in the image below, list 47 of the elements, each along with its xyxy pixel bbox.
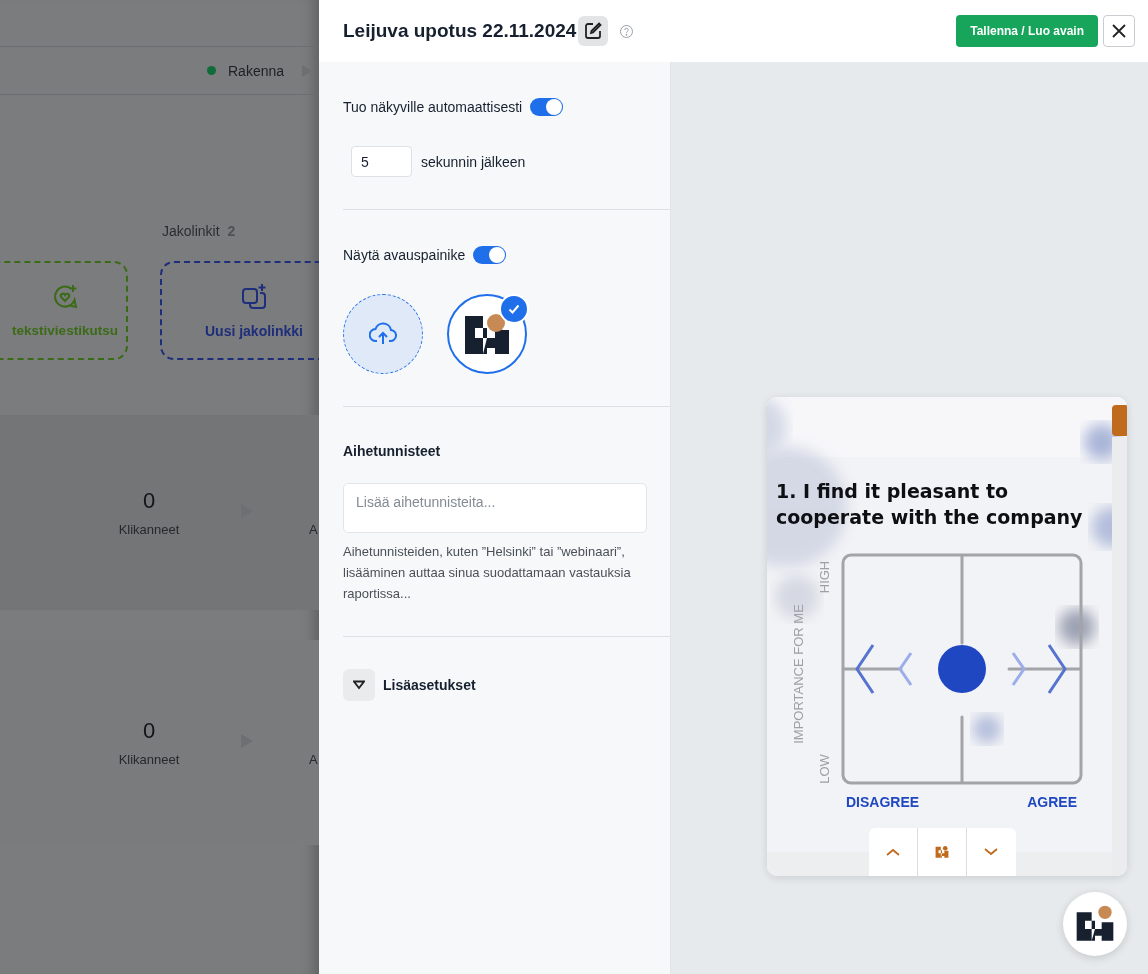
copy-plus-icon — [240, 282, 268, 311]
chat-heart-icon — [51, 283, 79, 311]
help-icon[interactable] — [620, 24, 634, 38]
logo-icon — [934, 845, 949, 859]
stat-label: Klikanneet — [118, 752, 180, 767]
stat-label: A — [309, 752, 318, 767]
stat-label: A — [309, 522, 318, 537]
axis-label: LOW — [817, 754, 832, 784]
setting-label: Näytä avauspainike — [343, 247, 466, 263]
question-text: 1. I find it pleasant to cooperate with the company — [776, 479, 1084, 530]
stat-value: 0 — [142, 488, 156, 514]
edit-button[interactable] — [578, 16, 609, 46]
section-title: Aihetunnisteet — [343, 443, 442, 459]
axis-label: IMPORTANCE FOR ME — [791, 604, 806, 744]
chevron-right-icon[interactable] — [1011, 644, 1067, 694]
axis-label: HIGH — [817, 560, 832, 594]
expand-button[interactable] — [343, 669, 375, 701]
chevron-left-icon[interactable] — [855, 644, 913, 694]
slider-handle[interactable] — [938, 645, 986, 693]
launcher-button[interactable] — [1063, 892, 1127, 956]
save-button[interactable]: Tallenna / Luo avain — [956, 15, 1098, 47]
close-button[interactable] — [1103, 15, 1135, 47]
edit-icon — [584, 22, 603, 40]
logo-button[interactable] — [917, 828, 967, 876]
chevron-down-icon — [983, 847, 999, 857]
axis-label: DISAGREE — [846, 794, 920, 810]
stat-label: Klikanneet — [118, 522, 180, 537]
tags-field[interactable]: Lisää aihetunnisteita... — [343, 483, 647, 533]
check-badge — [499, 294, 529, 324]
number-field[interactable]: 5 — [351, 146, 412, 177]
status-dot — [207, 66, 216, 75]
cloud-upload-icon — [369, 322, 397, 346]
toggle-switch[interactable] — [530, 98, 564, 116]
help-text: Aihetunnisteiden, kuten ”Helsinki” tai ”webinaari”, lisääminen auttaa sinua suodattamaan vastauksia raportissa... — [343, 543, 632, 603]
axis-label: AGREE — [1027, 794, 1077, 810]
stat-value: 0 — [142, 718, 156, 744]
drawer-title: Leijuva upotus 22.11.2024 — [343, 20, 577, 42]
step-label[interactable]: Rakenna — [228, 62, 285, 79]
logo-icon — [1075, 904, 1115, 944]
chevron-up-icon — [884, 847, 901, 857]
caret-icon — [353, 680, 365, 690]
setting-label: Tuo näkyville automaattisesti — [343, 99, 523, 115]
close-icon — [1111, 23, 1127, 39]
toggle-switch[interactable] — [473, 246, 507, 264]
unit-label: sekunnin jälkeen — [421, 153, 526, 170]
section-title: Lisäasetukset — [383, 677, 476, 693]
section-title: Jakolinkit — [162, 223, 220, 239]
